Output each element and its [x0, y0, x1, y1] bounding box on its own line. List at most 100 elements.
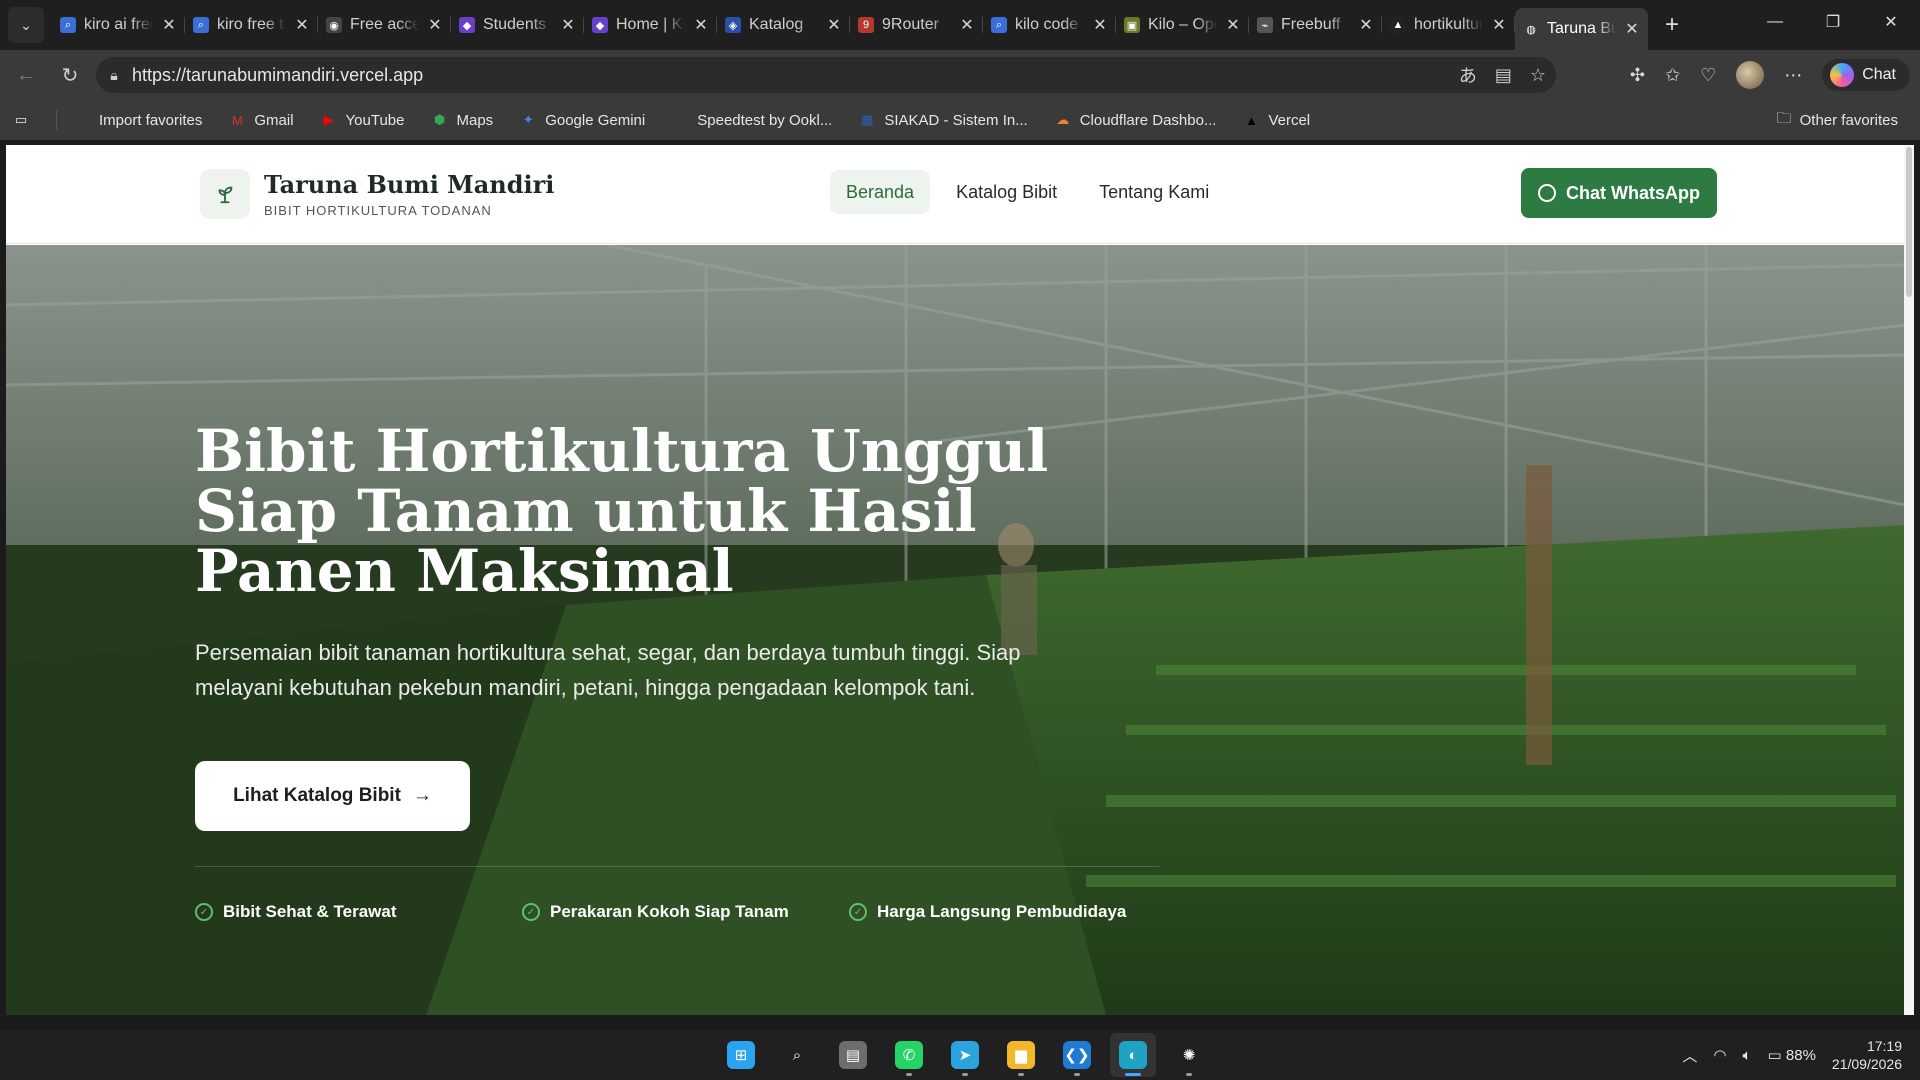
vscode-app[interactable]: ❮❯: [1054, 1033, 1100, 1077]
minimize-icon[interactable]: —: [1746, 0, 1804, 44]
wifi-icon[interactable]: ◠: [1713, 1046, 1726, 1064]
restore-icon[interactable]: ❐: [1804, 0, 1862, 44]
browser-tab[interactable]: ▣ Kilo – Open ✕: [1116, 6, 1249, 44]
page-scrollbar[interactable]: [1904, 145, 1914, 1015]
browser-tab[interactable]: 9 9Router ✕: [850, 6, 983, 44]
close-tab-icon[interactable]: ✕: [693, 15, 709, 35]
translate-icon[interactable]: あ: [1459, 62, 1477, 88]
favorite-link[interactable]: ▦ SIAKAD - Sistem In...: [858, 111, 1028, 129]
favorite-link[interactable]: ⬢ Maps: [431, 111, 493, 129]
close-tab-icon[interactable]: ✕: [294, 15, 310, 35]
greenhouse-background-image: [6, 245, 1905, 1015]
browser-tab[interactable]: ◈ Katalog ✕: [717, 6, 850, 44]
browser-tab[interactable]: ◍ Taruna Bumi ✕: [1515, 8, 1648, 50]
browser-tab-strip: ⌄ ⌕ kiro ai free ✕ ⌕ kiro free tier ✕ ◉ Free ac…: [0, 0, 1920, 50]
brand-logo-link[interactable]: Taruna Bumi Mandiri BIBIT HORTIKULTURA T…: [200, 169, 554, 219]
whatsapp-app[interactable]: ✆: [886, 1033, 932, 1077]
chevron-up-icon[interactable]: ︿: [1682, 1045, 1697, 1066]
favorite-link[interactable]: ▲ Vercel: [1242, 111, 1310, 129]
nav-link[interactable]: Katalog Bibit: [940, 170, 1073, 214]
favorite-link[interactable]: ▶ YouTube: [320, 111, 405, 129]
running-indicator: [1074, 1073, 1080, 1076]
speedtest-icon: ◔: [676, 112, 685, 128]
browser-tab[interactable]: ⌕ kiro free tier ✕: [185, 6, 318, 44]
chatgpt-app-icon: ✺: [1175, 1041, 1203, 1069]
close-tab-icon[interactable]: ✕: [161, 15, 177, 35]
tab-list: ⌕ kiro ai free ✕ ⌕ kiro free tier ✕ ◉ Free acce…: [52, 0, 1648, 50]
url-text[interactable]: https://tarunabumimandiri.vercel.app: [132, 65, 423, 86]
lock-icon[interactable]: 🔒︎: [96, 67, 132, 84]
browser-tab[interactable]: ▲ hortikultura ✕: [1382, 6, 1515, 44]
settings-more-icon[interactable]: ⋯: [1784, 65, 1802, 86]
profile-avatar[interactable]: [1736, 61, 1765, 89]
favorite-link[interactable]: ◔ Speedtest by Ookl...: [671, 111, 832, 129]
favorite-link[interactable]: ☁ Cloudflare Dashbo...: [1054, 111, 1216, 129]
close-tab-icon[interactable]: ✕: [1358, 15, 1374, 35]
address-bar[interactable]: 🔒︎ https://tarunabumimandiri.vercel.app …: [96, 57, 1556, 93]
nav-link[interactable]: Beranda: [830, 170, 931, 214]
close-tab-icon[interactable]: ✕: [1491, 15, 1507, 35]
import-icon: ⇲: [76, 112, 88, 127]
app-icon: ◈: [725, 17, 741, 33]
copilot-chat-button[interactable]: Chat: [1822, 59, 1910, 91]
search-icon: ⌕: [991, 17, 1007, 33]
close-tab-icon[interactable]: ✕: [560, 15, 576, 35]
browser-tab[interactable]: ⌕ kiro ai free ✕: [52, 6, 185, 44]
browser-tab[interactable]: ⌁ Freebuff ✕: [1249, 6, 1382, 44]
favorite-star-icon[interactable]: ☆: [1530, 65, 1546, 86]
hero-subtitle: Persemaian bibit tanaman hortikultura se…: [195, 640, 1021, 700]
taskbar-apps: ⊞ ⌕ ▤ ✆ ➤ ▆ ❮❯ ◐ ✺: [718, 1033, 1212, 1077]
back-button[interactable]: ←: [8, 57, 44, 93]
edge-app[interactable]: ◐: [1110, 1033, 1156, 1077]
tab-title: 9Router: [882, 16, 939, 33]
favorites-icon[interactable]: ✩: [1665, 65, 1680, 86]
tab-title: kiro ai free: [84, 16, 153, 33]
tab-title: hortikultura: [1414, 16, 1483, 33]
file-explorer-app[interactable]: ▆: [998, 1033, 1044, 1077]
hero-divider: [195, 866, 1159, 867]
tab-title: kiro free tier: [217, 16, 286, 33]
system-clock[interactable]: 17:19 21/09/2026: [1832, 1037, 1902, 1073]
app-icon: ◆: [459, 17, 475, 33]
close-tab-icon[interactable]: ✕: [1225, 15, 1241, 35]
extensions-icon[interactable]: ✣: [1630, 65, 1645, 86]
browser-tab[interactable]: ◆ Home | Kilo ✕: [584, 6, 717, 44]
reading-view-icon[interactable]: ▤: [1495, 65, 1512, 86]
battery-indicator[interactable]: ▭ 88%: [1768, 1046, 1816, 1064]
start-button[interactable]: ⊞: [718, 1033, 764, 1077]
toolbar-right: ✣ ✩ ♡ ⋯ Chat: [1630, 57, 1910, 93]
reload-button[interactable]: ↻: [52, 57, 88, 93]
favorite-link[interactable]: M Gmail: [228, 111, 294, 129]
task-view-button[interactable]: ▤: [830, 1033, 876, 1077]
chat-whatsapp-button[interactable]: Chat WhatsApp: [1521, 168, 1717, 218]
volume-icon[interactable]: 🔈︎: [1743, 1047, 1752, 1064]
favorite-link[interactable]: ✦ Google Gemini: [519, 111, 646, 129]
new-tab-button[interactable]: +: [1654, 7, 1690, 43]
search-taskbar-button[interactable]: ⌕: [774, 1033, 820, 1077]
chatgpt-app[interactable]: ✺: [1166, 1033, 1212, 1077]
view-catalog-button[interactable]: Lihat Katalog Bibit →: [195, 761, 470, 831]
browser-toolbar: ← ↻ 🔒︎ https://tarunabumimandiri.vercel.…: [0, 50, 1920, 100]
tab-title: Students: [483, 16, 547, 33]
cloudflare-icon: ☁: [1056, 112, 1070, 127]
reading-list-icon[interactable]: ▭: [12, 111, 30, 129]
close-window-icon[interactable]: ✕: [1862, 0, 1920, 44]
telegram-app[interactable]: ➤: [942, 1033, 988, 1077]
tab-actions-chevron-icon[interactable]: ⌄: [8, 7, 44, 43]
browser-tab[interactable]: ◆ Students ✕: [451, 6, 584, 44]
close-tab-icon[interactable]: ✕: [959, 15, 975, 35]
close-tab-icon[interactable]: ✕: [826, 15, 842, 35]
close-tab-icon[interactable]: ✕: [427, 15, 443, 35]
file-explorer-app-icon: ▆: [1007, 1041, 1035, 1069]
window-controls: — ❐ ✕: [1746, 0, 1920, 44]
favorite-link[interactable]: ⇲ Import favorites: [73, 111, 203, 129]
close-tab-icon[interactable]: ✕: [1624, 19, 1640, 39]
browser-tab[interactable]: ⌕ kilo code ✕: [983, 6, 1116, 44]
other-favorites-folder[interactable]: 🗀︎ Other favorites: [1777, 108, 1898, 133]
close-tab-icon[interactable]: ✕: [1092, 15, 1108, 35]
browser-essentials-icon[interactable]: ♡: [1700, 65, 1716, 86]
browser-tab[interactable]: ◉ Free access ✕: [318, 6, 451, 44]
github-icon: ◉: [326, 17, 342, 33]
running-indicator: [1125, 1073, 1141, 1076]
nav-link[interactable]: Tentang Kami: [1083, 170, 1225, 214]
